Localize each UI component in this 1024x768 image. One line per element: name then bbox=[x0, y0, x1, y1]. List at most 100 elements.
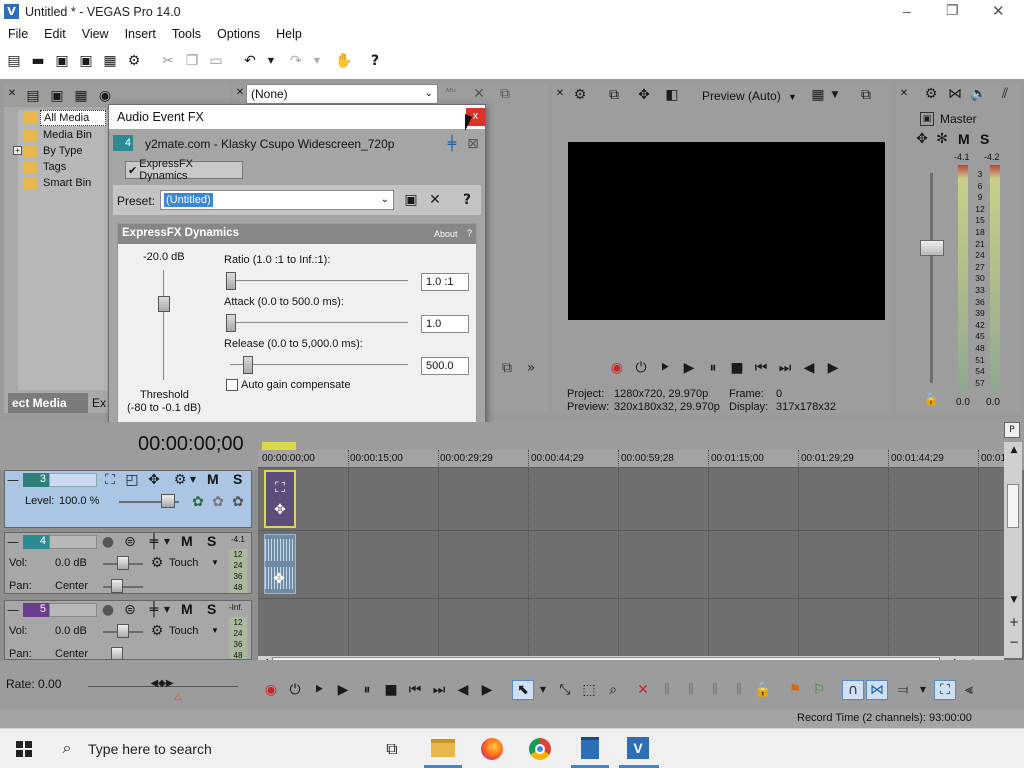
chevron-down-icon[interactable]: ▼ bbox=[538, 680, 548, 700]
scroll-up-icon[interactable]: ▲ bbox=[1008, 444, 1020, 456]
track-name-field[interactable] bbox=[49, 535, 97, 549]
solo-button[interactable]: S bbox=[207, 533, 216, 549]
tree-item-smart-bins[interactable]: Smart Bin bbox=[23, 175, 91, 191]
copy-icon[interactable]: ❐ bbox=[184, 53, 200, 69]
scroll-down-icon[interactable]: ▼ bbox=[1008, 594, 1020, 606]
solo-button[interactable]: S bbox=[980, 131, 989, 147]
go-to-end-icon[interactable]: ⏭ bbox=[776, 359, 794, 377]
chevron-down-icon[interactable]: ▼ bbox=[163, 533, 171, 551]
plugin-chip[interactable]: ✔ ExpressFX Dynamics bbox=[125, 158, 243, 182]
event-pan-crop-icon[interactable]: ⛶ bbox=[272, 480, 288, 496]
automation-gear-icon[interactable]: ⚙ bbox=[149, 555, 165, 571]
track-header-audio[interactable]: — 5 ● ⊜ ╪ ▼ M S Vol: 0.0 dB ⚙ Touch ▼ Pa… bbox=[4, 600, 252, 660]
prev-frame-icon[interactable]: ◀ bbox=[454, 681, 472, 699]
tree-item-tags[interactable]: Tags bbox=[23, 159, 66, 175]
remove-plugin-icon[interactable]: ⊠ bbox=[464, 135, 482, 153]
open-icon[interactable]: ▬ bbox=[30, 53, 46, 69]
play-icon[interactable]: ▶ bbox=[680, 359, 698, 377]
menu-view[interactable]: View bbox=[74, 27, 117, 41]
mute-button[interactable]: M bbox=[181, 533, 193, 549]
minimize-track-icon[interactable]: — bbox=[7, 604, 19, 616]
paste-icon[interactable]: ▭ bbox=[208, 53, 224, 69]
magic-icon[interactable]: ✋ bbox=[335, 53, 352, 69]
tab-project-media[interactable]: ect Media bbox=[8, 393, 88, 413]
mute-button[interactable]: M bbox=[958, 131, 970, 147]
preset-combo[interactable]: (Untitled) ⌄ bbox=[160, 190, 394, 210]
event-fx-icon[interactable]: ✥ bbox=[272, 502, 288, 518]
automation-gear-icon[interactable]: ⚙ bbox=[149, 623, 165, 639]
insert-marker-icon[interactable]: ⚑ bbox=[786, 681, 804, 699]
time-ruler[interactable]: 00:00:00;00 00:00:15;00 00:00:29;29 00:0… bbox=[258, 450, 1020, 468]
capture-icon[interactable]: ▣ bbox=[48, 87, 66, 105]
restore-button[interactable]: ❐ bbox=[946, 3, 959, 19]
track-fx-icon[interactable]: ╪ bbox=[145, 533, 163, 551]
chevron-down-icon[interactable]: ▼ bbox=[163, 601, 171, 619]
chevron-down-icon[interactable]: ▼ bbox=[830, 85, 840, 105]
parent-icon[interactable]: ✿ bbox=[209, 493, 227, 511]
solo-button[interactable]: S bbox=[207, 601, 216, 617]
chevron-down-icon[interactable]: ▼ bbox=[211, 558, 219, 567]
undo-icon[interactable]: ↶ bbox=[242, 53, 258, 69]
plugin-chain-icon[interactable]: ╪ bbox=[443, 135, 461, 153]
get-media-icon[interactable]: ▦ bbox=[72, 87, 90, 105]
trim-start-icon[interactable]: ⫴ bbox=[658, 681, 676, 699]
minimize-button[interactable]: – bbox=[903, 3, 911, 19]
next-frame-icon[interactable]: ▶ bbox=[824, 359, 842, 377]
master-fader[interactable] bbox=[920, 240, 944, 256]
speaker-icon[interactable]: 🔈 bbox=[970, 85, 988, 103]
vegas-taskbar-icon[interactable]: V bbox=[627, 737, 649, 759]
lock-icon[interactable]: 🔒 bbox=[754, 681, 772, 699]
track-name-field[interactable] bbox=[49, 473, 97, 487]
help-icon[interactable]: ? bbox=[458, 191, 476, 209]
mute-button[interactable]: M bbox=[207, 471, 219, 487]
notepad-icon[interactable] bbox=[581, 737, 599, 759]
undo-dropdown-icon[interactable]: ▼ bbox=[266, 53, 276, 69]
record-icon[interactable]: ◉ bbox=[608, 359, 626, 377]
minimize-track-icon[interactable]: — bbox=[7, 474, 19, 486]
remove-icon[interactable]: ✕ bbox=[470, 85, 488, 103]
stop-icon[interactable]: ■ bbox=[382, 681, 400, 699]
automation-mode[interactable]: Touch bbox=[169, 557, 198, 569]
expand-icon[interactable]: + bbox=[13, 146, 22, 155]
chevron-down-icon[interactable]: ▼ bbox=[189, 471, 197, 489]
event-fx-toggle-icon[interactable]: ⫷ bbox=[960, 681, 978, 699]
abc-icon[interactable]: ᴬᴮᶜ bbox=[442, 85, 460, 101]
preview-quality-dropdown[interactable]: Preview (Auto) ▼ bbox=[702, 89, 797, 103]
redo-icon[interactable]: ↷ bbox=[288, 53, 304, 69]
zoom-in-icon[interactable]: + bbox=[1008, 616, 1020, 628]
ripple-edit-icon[interactable]: ⫤ bbox=[894, 681, 912, 699]
fx-icon[interactable]: ✻ bbox=[934, 131, 950, 147]
track-name-field[interactable] bbox=[49, 603, 97, 617]
invert-phase-icon[interactable]: ⊜ bbox=[121, 601, 139, 619]
move-icon[interactable]: ✥ bbox=[914, 131, 930, 147]
play-from-start-icon[interactable]: ⯈ bbox=[310, 681, 328, 699]
auto-crossfade-icon[interactable]: ⋈ bbox=[866, 680, 888, 700]
timeline-area[interactable]: 00:00:00;00 00:00:15;00 00:00:29;29 00:0… bbox=[258, 442, 1022, 668]
lock-channels-icon[interactable]: ⫽ bbox=[996, 85, 1014, 103]
event-fx-icon[interactable]: ✥ bbox=[271, 571, 287, 587]
tree-item-by-type[interactable]: + By Type bbox=[13, 143, 83, 159]
downmix-icon[interactable]: ⋈ bbox=[946, 85, 964, 103]
new-project-icon[interactable]: ▤ bbox=[6, 53, 22, 69]
gear-icon[interactable]: ⚙ bbox=[922, 85, 940, 103]
auto-gain-checkbox[interactable] bbox=[226, 379, 238, 391]
overlay-icon[interactable]: ◧ bbox=[662, 85, 682, 105]
task-view-icon[interactable]: ⧉ bbox=[382, 739, 402, 759]
go-to-start-icon[interactable]: ⏮ bbox=[406, 681, 424, 699]
split-screen-icon[interactable]: ⧉ bbox=[604, 85, 624, 105]
solo-button[interactable]: S bbox=[233, 471, 242, 487]
help-icon[interactable]: ? bbox=[366, 53, 384, 69]
close-pane-icon[interactable]: ✕ bbox=[898, 87, 910, 101]
cut-icon[interactable]: ✂ bbox=[160, 53, 176, 69]
menu-edit[interactable]: Edit bbox=[36, 27, 74, 41]
event-pan-crop-icon[interactable]: ⛶ bbox=[934, 680, 956, 700]
delete-preset-icon[interactable]: ✕ bbox=[426, 191, 444, 209]
marker-icon[interactable]: P bbox=[1004, 422, 1020, 438]
prev-frame-icon[interactable]: ◀ bbox=[800, 359, 818, 377]
track-motion-icon[interactable]: ◰ bbox=[123, 471, 141, 489]
release-slider[interactable] bbox=[242, 356, 253, 374]
zoom-tool-icon[interactable]: ⌕ bbox=[604, 681, 622, 699]
ratio-slider[interactable] bbox=[226, 272, 236, 290]
attack-slider[interactable] bbox=[226, 314, 237, 332]
envelope-tool-icon[interactable]: ⤡ bbox=[556, 681, 574, 699]
